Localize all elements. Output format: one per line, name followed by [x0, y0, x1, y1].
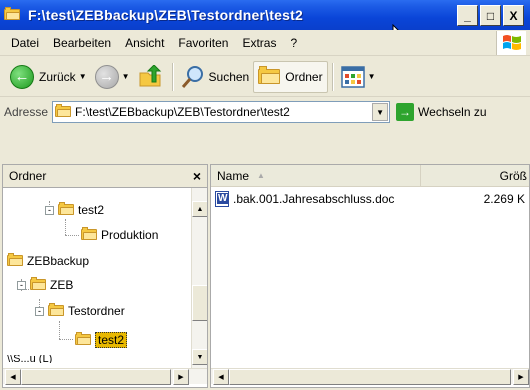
back-arrow-icon: ← — [10, 64, 34, 89]
window-title: F:\test\ZEBbackup\ZEB\Testordner\test2 — [28, 7, 303, 23]
menu-favoriten[interactable]: Favoriten — [171, 36, 235, 50]
folder-pane-header: Ordner × — [2, 164, 208, 188]
folders-label: Ordner — [285, 69, 323, 84]
maximize-button[interactable]: □ — [480, 5, 501, 26]
tree-item-test2-upper[interactable]: - test2 — [45, 200, 104, 220]
tree-item-label: Testordner — [68, 304, 125, 318]
folder-icon — [55, 104, 72, 120]
tree-item-produktion[interactable]: Produktion — [81, 225, 158, 245]
go-arrow-icon: → — [396, 103, 415, 121]
tree-item-label: \\S...u (L) — [7, 355, 53, 363]
back-button[interactable]: ← Zurück ▼ — [6, 61, 91, 93]
folder-pane-vertical-scrollbar[interactable]: ▲ ▼ — [191, 187, 207, 369]
chevron-down-icon[interactable]: ▼ — [79, 72, 87, 81]
collapse-icon[interactable]: - — [35, 306, 44, 316]
windows-logo-icon — [496, 31, 526, 55]
tree-item-zeb[interactable]: - ZEB — [17, 275, 73, 295]
folder-icon — [30, 277, 46, 293]
search-icon — [181, 65, 203, 88]
tree-item-label: test2 — [78, 203, 105, 217]
toolbar-separator — [331, 62, 333, 91]
chevron-down-icon[interactable]: ▼ — [372, 103, 389, 121]
tree-item-label: ZEBbackup — [27, 254, 90, 268]
word-document-icon — [215, 191, 229, 207]
folder-icon — [4, 7, 24, 23]
scroll-right-icon[interactable]: ▶ — [173, 369, 189, 385]
go-button[interactable]: → Wechseln zu — [396, 103, 487, 121]
menu-datei[interactable]: Datei — [4, 36, 46, 50]
column-header-name[interactable]: Name ▲ — [211, 165, 421, 186]
folder-icon — [81, 227, 97, 243]
open-folder-icon — [75, 332, 91, 348]
file-list-header: Name ▲ Größ — [211, 165, 529, 187]
menu-ansicht[interactable]: Ansicht — [118, 36, 171, 50]
tree-item-label: test2 — [95, 332, 128, 348]
menu-extras[interactable]: Extras — [235, 36, 283, 50]
scroll-right-icon[interactable]: ▶ — [513, 369, 529, 385]
search-label: Suchen — [208, 69, 250, 84]
menu-help[interactable]: ? — [283, 36, 304, 50]
address-input[interactable]: F:\test\ZEBbackup\ZEB\Testordner\test2 ▼ — [52, 101, 391, 123]
up-folder-icon — [139, 64, 161, 86]
views-icon — [340, 65, 365, 88]
toolbar-separator — [171, 62, 173, 91]
minimize-button[interactable]: _ — [457, 5, 478, 26]
address-bar: Adresse F:\test\ZEBbackup\ZEB\Testordner… — [0, 98, 530, 126]
views-button[interactable]: ▼ — [337, 61, 380, 93]
file-name: .bak.001.Jahresabschluss.doc — [233, 192, 395, 206]
file-list-pane: Name ▲ Größ .bak.001.Jahresabschluss.doc… — [210, 164, 530, 388]
up-folder-button[interactable] — [134, 61, 168, 93]
folder-pane-horizontal-scrollbar[interactable]: ◀ ▶ — [3, 368, 207, 385]
file-size: 2.269 K — [483, 192, 525, 206]
search-button[interactable]: Suchen — [177, 61, 254, 93]
scroll-left-icon[interactable]: ◀ — [5, 369, 21, 385]
scroll-thumb[interactable] — [192, 285, 207, 321]
title-bar[interactable]: F:\test\ZEBbackup\ZEB\Testordner\test2 _… — [0, 0, 530, 30]
scroll-down-icon[interactable]: ▼ — [192, 349, 207, 365]
folder-icon — [48, 303, 64, 319]
tree-item-testordner[interactable]: - Testordner — [35, 301, 125, 321]
address-value: F:\test\ZEBbackup\ZEB\Testordner\test2 — [75, 105, 290, 119]
tree-item-drive-partial[interactable]: \\S...u (L) — [3, 355, 52, 363]
tree-item-test2-selected[interactable]: test2 — [75, 330, 128, 350]
forward-button[interactable]: → ▼ — [91, 61, 134, 93]
go-label: Wechseln zu — [418, 105, 487, 119]
folders-button[interactable]: Ordner — [253, 60, 328, 93]
tree-item-label: Produktion — [101, 228, 159, 242]
scroll-thumb[interactable] — [229, 369, 511, 385]
forward-arrow-icon: → — [94, 64, 119, 89]
chevron-down-icon[interactable]: ▼ — [122, 72, 130, 81]
folder-pane-title: Ordner — [9, 169, 47, 183]
tree-item-label: ZEB — [50, 278, 74, 292]
collapse-icon[interactable]: - — [17, 280, 26, 290]
folder-icon — [58, 202, 74, 218]
scroll-up-icon[interactable]: ▲ — [192, 201, 207, 217]
scroll-left-icon[interactable]: ◀ — [213, 369, 229, 385]
chevron-down-icon[interactable]: ▼ — [368, 72, 376, 81]
collapse-icon[interactable]: - — [45, 205, 54, 215]
folder-icon — [7, 253, 23, 269]
back-label: Zurück — [39, 69, 76, 84]
sort-ascending-icon: ▲ — [257, 171, 265, 180]
file-list-horizontal-scrollbar[interactable]: ◀ ▶ — [211, 368, 529, 385]
close-button[interactable]: X — [503, 5, 524, 26]
toolbar: ← Zurück ▼ → ▼ Suchen Ordner ▼ — [0, 57, 530, 97]
menu-bar: Datei Bearbeiten Ansicht Favoriten Extra… — [0, 30, 530, 56]
menu-bearbeiten[interactable]: Bearbeiten — [46, 36, 118, 50]
close-icon[interactable]: × — [193, 168, 201, 184]
scroll-thumb[interactable] — [21, 369, 171, 385]
folder-tree-pane: - test2 Produktion ZEBbackup - ZEB - Tes… — [2, 164, 208, 388]
address-label: Adresse — [4, 105, 49, 119]
file-row[interactable]: .bak.001.Jahresabschluss.doc 2.269 K — [215, 189, 527, 209]
folder-icon — [258, 66, 281, 87]
column-header-size[interactable]: Größ — [421, 165, 529, 186]
tree-item-zebbackup[interactable]: ZEBbackup — [7, 251, 89, 271]
